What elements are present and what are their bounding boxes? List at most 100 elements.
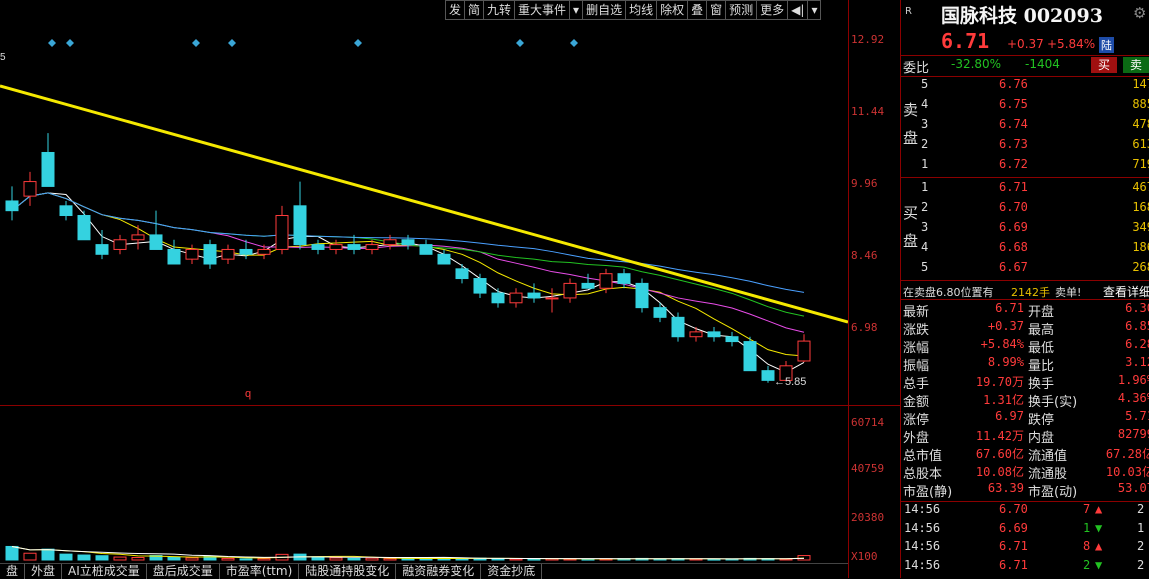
hk-connect-badge: 陆 (1099, 37, 1114, 53)
buy-level-row[interactable]: 3 6.69 349 (921, 220, 1149, 238)
sell-vol: 613 (1132, 137, 1149, 151)
buy-level-row[interactable]: 4 6.68 186 (921, 240, 1149, 258)
volume-tick-label: 40759 (851, 462, 885, 475)
stat-value: 6.28 (1125, 337, 1149, 351)
indicator-tab[interactable]: 外盘 (25, 564, 63, 579)
tick-count: 2 (1137, 502, 1145, 516)
quote-panel: R 国脉科技 002093 ⚙ 6.71 +0.37 +5.84% 陆 委比 -… (900, 0, 1149, 578)
volume-bar (41, 548, 55, 561)
candle-body (743, 341, 757, 372)
indicator-tab[interactable]: AI立桩成交量 (62, 564, 147, 579)
sell-level-row[interactable]: 1 6.72 719 (921, 157, 1149, 175)
tick-qty: 1 (1083, 520, 1091, 535)
stat-value: 1.96% (1117, 373, 1149, 387)
candlestick-chart[interactable]: ←5.85 5 q (0, 0, 848, 578)
stock-title[interactable]: 国脉科技 002093 (941, 1, 1103, 28)
stats-row: 金额 1.31亿换手(实) 4.36% (901, 391, 1149, 410)
arrow-up-icon: ▲ (1095, 539, 1103, 553)
toolbar-item[interactable]: 发 (445, 0, 466, 20)
toolbar-item[interactable]: ▾ (570, 0, 584, 20)
candle-body (671, 316, 685, 338)
tick-price: 6.71 (999, 539, 1028, 553)
price-change-pct: +5.84% (1047, 37, 1096, 51)
toolbar-item[interactable]: ▾ (808, 0, 822, 20)
note-suffix: 卖单! (1055, 286, 1082, 299)
toolbar-item[interactable]: 重大事件 (515, 0, 571, 20)
moving-average-line (11, 192, 805, 333)
stats-row: 最新 6.71 开盘 6.30 (901, 301, 1149, 320)
stat-label: 内盘 (1028, 431, 1055, 446)
weibi-diff: -1404 (1025, 57, 1060, 71)
tick-price: 6.70 (999, 502, 1028, 516)
toolbar-item[interactable]: ◀| (788, 0, 809, 20)
candle-body (239, 248, 253, 255)
toolbar-item[interactable]: 简 (465, 0, 485, 20)
stat-label: 跌停 (1028, 413, 1055, 428)
stat-label: 市盈(动) (1028, 485, 1078, 500)
indicator-tab[interactable]: 盘 (0, 564, 26, 579)
candle-body (401, 239, 415, 246)
candle-body (383, 239, 397, 246)
candle-body (23, 181, 37, 197)
tick-count: 2 (1137, 557, 1145, 572)
kline-chart-area[interactable]: ←5.85 5 q 发简九转 重大事件 ▾ 删自选 均线 除权叠窗预测 更多 ◀| ▾ 盘外盘 AI立… (0, 0, 848, 579)
volume-bar (527, 558, 541, 561)
candle-body (149, 234, 163, 250)
stat-label: 总股本 (903, 467, 943, 482)
quote-header: R 国脉科技 002093 ⚙ (901, 0, 1149, 28)
candle-body (113, 239, 127, 250)
tick-list: 14:56 6.70 7 ▲ 2 14:56 6.69 1 ▼ 1 14:56 6.71 8 ▲ 2 14:5… (901, 501, 1149, 576)
toolbar-item[interactable]: 更多 (757, 0, 789, 20)
sell-vol: 885 (1132, 97, 1149, 111)
stat-value: 67.60亿 (975, 447, 1024, 461)
candle-body (707, 331, 721, 338)
volume-bar (347, 557, 361, 561)
sell-level-row[interactable]: 4 6.75 885 (921, 97, 1149, 115)
toolbar-item[interactable]: 删自选 (583, 0, 627, 20)
event-marker-icon (570, 39, 578, 47)
chart-toolbar: 发简九转 重大事件 ▾ 删自选 均线 除权叠窗预测 更多 ◀| ▾ (445, 0, 822, 20)
toolbar-item[interactable]: 叠 (688, 0, 708, 20)
stats-separator (901, 299, 1149, 300)
volume-bar (401, 558, 415, 561)
toolbar-item[interactable]: 九转 (484, 0, 516, 20)
settings-icon[interactable]: ⚙ (1133, 4, 1146, 22)
tick-row: 14:56 6.70 7 ▲ 2 (901, 502, 1149, 521)
buy-price: 6.69 (999, 220, 1028, 234)
toolbar-item[interactable]: 窗 (707, 0, 727, 20)
moving-average-line (11, 192, 805, 357)
view-details-link[interactable]: 查看详细 (1103, 283, 1149, 300)
buy-price: 6.68 (999, 240, 1028, 254)
stat-label: 涨跌 (903, 323, 930, 338)
tick-row: 14:56 6.71 8 ▲ 2 (901, 539, 1149, 558)
indicator-tab[interactable]: 陆股通持股变化 (299, 564, 397, 579)
sell-level-row[interactable]: 5 6.76 147 (921, 77, 1149, 95)
candle-body (653, 307, 667, 318)
sell-lvl: 4 (921, 97, 929, 111)
toolbar-item[interactable]: 除权 (657, 0, 689, 20)
candle-body (491, 292, 505, 304)
stat-label: 金额 (903, 395, 930, 410)
weibi-pct: -32.80% (951, 57, 1002, 71)
sell-button[interactable]: 卖 (1123, 57, 1149, 73)
tick-time: 14:56 (904, 539, 941, 553)
indicator-tab[interactable]: 资金抄底 (481, 564, 543, 579)
stat-value: 11.42万 (975, 429, 1024, 443)
buy-level-row[interactable]: 1 6.71 467 (921, 180, 1149, 198)
indicator-tab[interactable]: 融资融券变化 (396, 564, 482, 579)
volume-bar (77, 554, 91, 561)
weibi-row: 委比 -32.80% -1404 买 卖 (901, 55, 1149, 77)
candle-body (509, 292, 523, 304)
sell-level-row[interactable]: 2 6.73 613 (921, 137, 1149, 155)
indicator-tab[interactable]: 盘后成交量 (147, 564, 220, 579)
toolbar-item[interactable]: 预测 (726, 0, 758, 20)
buy-level-row[interactable]: 5 6.67 268 (921, 260, 1149, 278)
weibi-label: 委比 (903, 61, 930, 76)
candle-body (455, 268, 469, 280)
buy-side-text: 买盘 (903, 204, 919, 250)
buy-button[interactable]: 买 (1091, 57, 1117, 73)
toolbar-item[interactable]: 均线 (626, 0, 658, 20)
buy-level-row[interactable]: 2 6.70 168 (921, 200, 1149, 218)
sell-level-row[interactable]: 3 6.74 478 (921, 117, 1149, 135)
indicator-tab[interactable]: 市盈率(ttm) (220, 564, 300, 579)
